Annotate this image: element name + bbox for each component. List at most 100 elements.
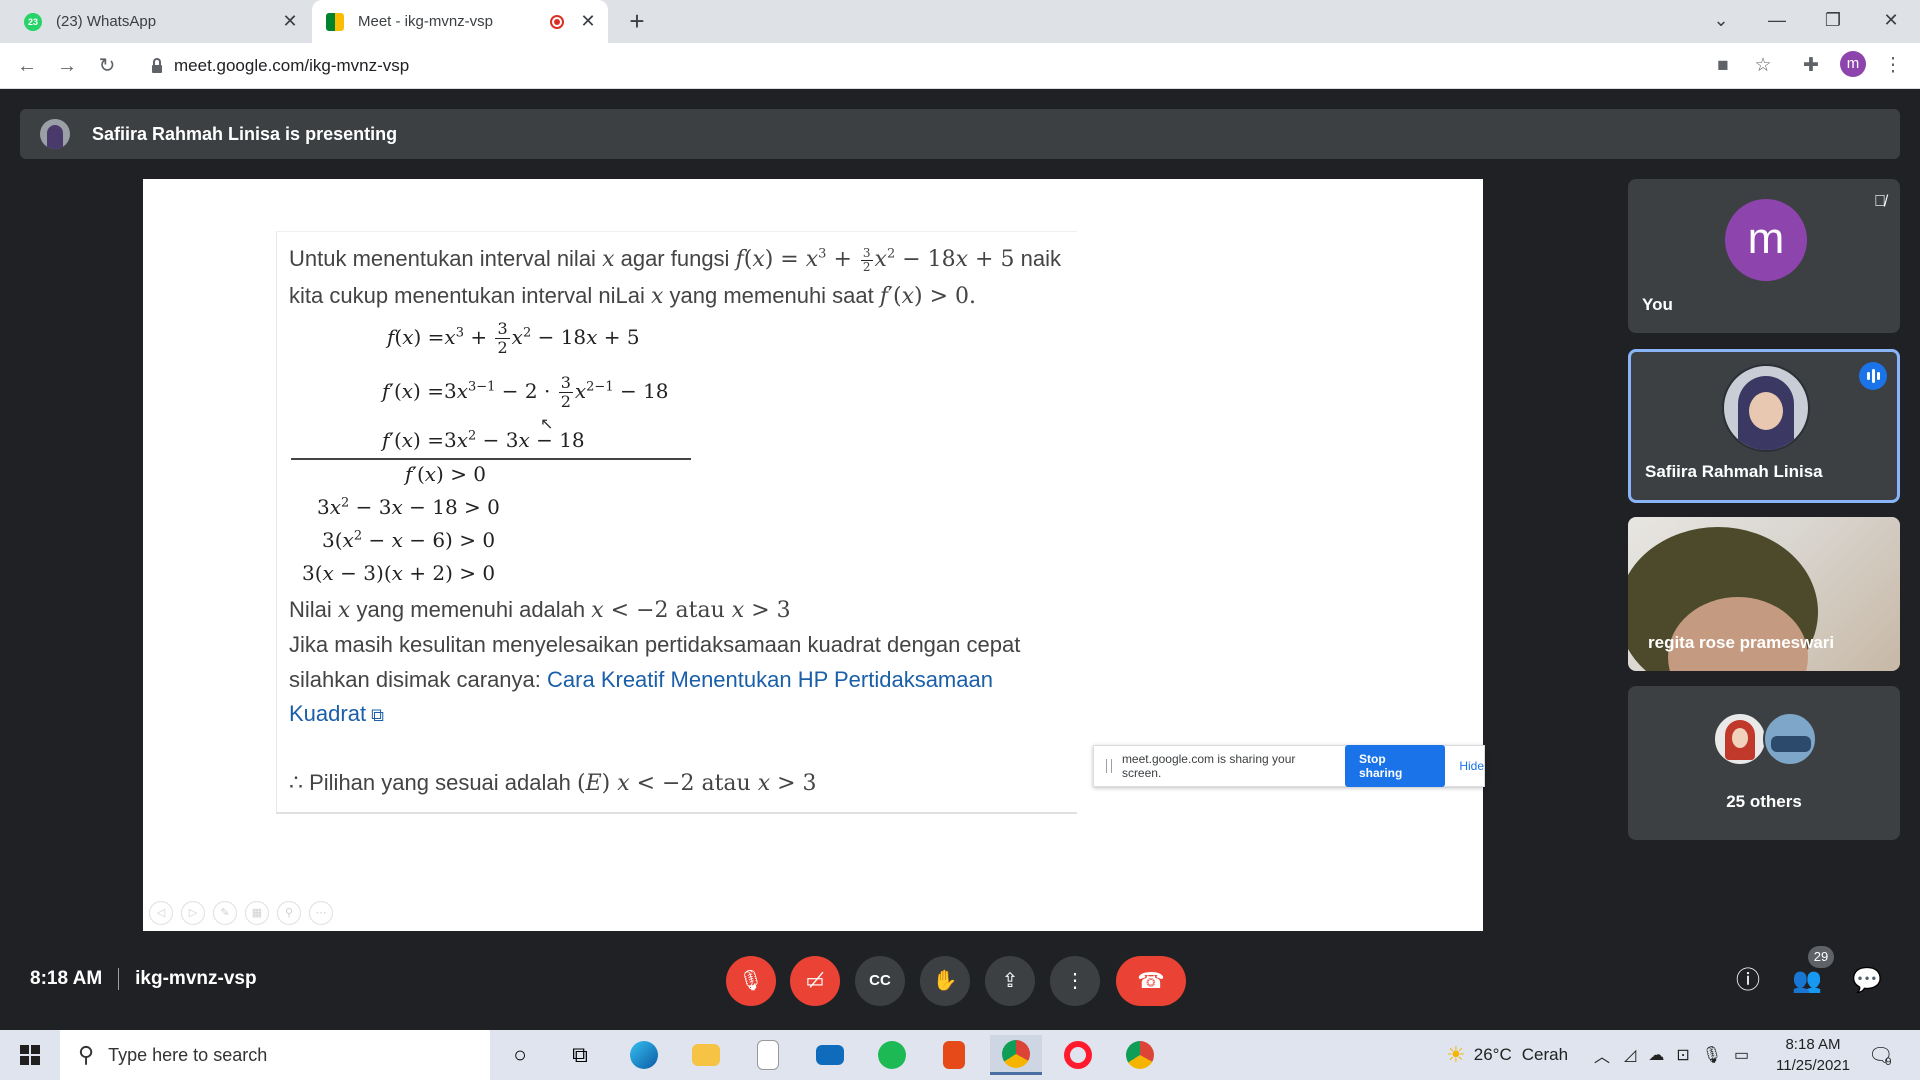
denominator: 2 (497, 338, 508, 357)
tutorial-link[interactable]: Cara Kreatif Menentukan HP Pertidaksamaa… (547, 667, 993, 692)
previous-slide-icon[interactable]: ◁ (149, 901, 173, 925)
office-icon[interactable] (928, 1035, 980, 1075)
bar (1866, 372, 1870, 380)
equation-derivative: f′(x) =3x2 − 3x − 18 (382, 428, 585, 452)
taskbar-search-box[interactable]: ⚲ Type here to search (60, 1030, 490, 1080)
raise-hand-button[interactable]: ✋ (920, 956, 970, 1006)
mic-off-button[interactable]: 🎙 (726, 956, 776, 1006)
others-count: 25 others (1726, 792, 1802, 811)
address-bar[interactable]: meet.google.com/ikg-mvnz-vsp (136, 49, 1756, 83)
text: yang memenuhi adalah (350, 597, 592, 622)
profile-avatar[interactable]: m (1840, 51, 1866, 77)
math-document: Untuk menentukan interval nilai x agar f… (276, 231, 1077, 814)
app-logo (692, 1044, 720, 1066)
menu-icon[interactable]: ⋮ (1880, 53, 1906, 79)
more-options-icon[interactable]: ⋯ (309, 901, 333, 925)
new-tab-button[interactable]: + (622, 6, 652, 36)
windows-icon (20, 1045, 40, 1065)
edge-icon[interactable] (618, 1035, 670, 1075)
math: > 3 (744, 598, 791, 623)
pen-icon[interactable]: ✎ (213, 901, 237, 925)
start-button[interactable] (0, 1030, 60, 1080)
captions-button[interactable]: CC (855, 956, 905, 1006)
camera-icon[interactable]: ■ (1710, 53, 1736, 79)
show-hidden-icons-icon[interactable]: ︿ (1594, 1043, 1610, 1067)
meeting-info-icon[interactable]: ⓘ (1731, 964, 1765, 998)
camera-off-button[interactable]: ▭̸ (790, 956, 840, 1006)
participant-tile-video[interactable]: regita rose prameswari (1628, 517, 1900, 671)
math: > 3 (770, 771, 817, 796)
close-tab-icon[interactable]: ✕ (278, 11, 302, 32)
stop-sharing-button[interactable]: Stop sharing (1345, 745, 1446, 787)
next-slide-icon[interactable]: ▷ (181, 901, 205, 925)
math: x (757, 771, 771, 796)
system-clock[interactable]: 8:18 AM 11/25/2021 (1768, 1034, 1858, 1076)
onedrive-icon[interactable]: ☁ (1648, 1045, 1664, 1065)
hardware-icon[interactable]: ⊡ (1676, 1045, 1689, 1065)
spotify-icon[interactable] (866, 1035, 918, 1075)
math: x (456, 379, 468, 403)
close-tab-icon[interactable]: ✕ (576, 11, 600, 32)
close-window-button[interactable]: ✕ (1862, 0, 1920, 43)
forward-icon[interactable]: → (54, 53, 80, 79)
chrome-icon[interactable] (990, 1035, 1042, 1075)
math: x (391, 528, 403, 552)
bookmark-star-icon[interactable]: ☆ (1750, 53, 1776, 79)
notifications-icon[interactable]: 🗨 9 (1868, 1030, 1893, 1080)
weather-widget[interactable]: ☀ 26°C Cerah (1446, 1030, 1568, 1080)
participant-tile-you[interactable]: m 🎙̸ You (1628, 179, 1900, 333)
notification-count: 9 (1885, 1056, 1892, 1068)
math: x (617, 771, 630, 796)
file-explorer-icon[interactable] (680, 1035, 732, 1075)
battery-icon[interactable]: ▭ (1734, 1045, 1749, 1065)
opera-icon[interactable] (1052, 1035, 1104, 1075)
text: Untuk menentukan interval nilai (289, 246, 603, 271)
avatar-photo (1749, 392, 1783, 430)
math: 2 (886, 246, 896, 262)
people-count-badge: 29 (1808, 946, 1834, 968)
participant-tile-others[interactable]: 25 others (1628, 686, 1900, 840)
math: x (602, 247, 615, 272)
note-line-2: silahkan disimak caranya: Cara Kreatif M… (289, 667, 993, 693)
app-logo (1126, 1041, 1154, 1069)
participant-tile-presenter[interactable]: Safiira Rahmah Linisa (1628, 349, 1900, 503)
tab-search-icon[interactable]: ⌄ (1692, 0, 1750, 43)
fraction: 32 (860, 246, 873, 274)
more-options-button[interactable]: ⋮ (1050, 956, 1100, 1006)
tab-meet[interactable]: Meet - ikg-mvnz-vsp ✕ (312, 0, 608, 43)
microphone-icon[interactable]: 🎙 (1702, 1045, 1722, 1065)
people-icon[interactable]: 👥 (1790, 964, 1824, 998)
drag-handle-icon[interactable] (1106, 759, 1112, 773)
leave-call-button[interactable]: ☎ (1116, 956, 1186, 1006)
back-icon[interactable]: ← (14, 53, 40, 79)
conclusion-line: ∴ Pilihan yang sesuai adalah (E) x < −2 … (289, 770, 817, 796)
clock-date: 11/25/2021 (1776, 1057, 1850, 1074)
tutorial-link-continued[interactable]: Kuadrat (289, 701, 366, 726)
cortana-icon[interactable]: ○ (494, 1035, 546, 1075)
extensions-icon[interactable]: ✚ (1798, 53, 1824, 79)
hide-button[interactable]: Hide (1459, 759, 1484, 773)
participant-name: regita rose prameswari (1648, 633, 1835, 652)
tab-whatsapp[interactable]: 23 (23) WhatsApp ✕ (10, 0, 310, 43)
equation-derivative-step: f′(x) =3x3−1 − 2 · 3 2 x2−1 − 18 (382, 373, 669, 411)
mail-icon[interactable] (804, 1035, 856, 1075)
denominator: 2 (862, 259, 871, 274)
math: x (731, 598, 745, 623)
zoom-icon[interactable]: ⚲ (277, 901, 301, 925)
math: x (337, 598, 351, 623)
avatar-photo (1771, 736, 1811, 752)
network-icon[interactable]: ◿ (1624, 1045, 1636, 1065)
slides-grid-icon[interactable]: ▦ (245, 901, 269, 925)
present-screen-button[interactable]: ⇪ (985, 956, 1035, 1006)
lock-icon[interactable] (152, 58, 162, 73)
restore-button[interactable]: ❐ (1804, 0, 1862, 43)
minimize-button[interactable]: — (1748, 0, 1806, 43)
notepad-icon[interactable] (742, 1035, 794, 1075)
logo-pane (20, 1056, 29, 1065)
app-logo (1064, 1041, 1092, 1069)
chrome-profile-icon[interactable] (1114, 1035, 1166, 1075)
task-view-icon[interactable]: ⧉ (554, 1035, 606, 1075)
chat-icon[interactable]: 💬 (1850, 964, 1884, 998)
text: naik (1014, 246, 1061, 271)
reload-icon[interactable]: ↻ (94, 53, 120, 79)
